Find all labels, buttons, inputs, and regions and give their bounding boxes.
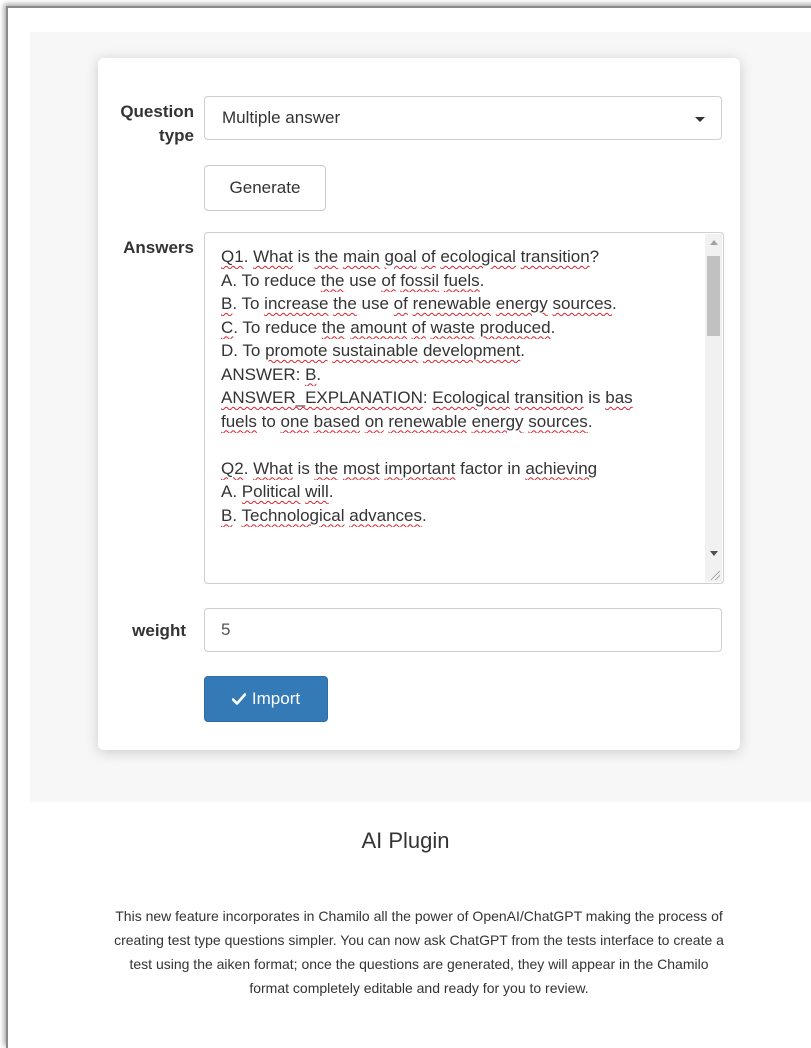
chevron-down-icon xyxy=(695,117,705,122)
import-button[interactable]: Import xyxy=(204,676,328,722)
weight-label: weight xyxy=(132,621,186,640)
answers-line: B. Technological advances. xyxy=(221,505,427,525)
scroll-up-arrow-icon[interactable] xyxy=(710,240,718,245)
question-type-label-line-1: Question xyxy=(120,102,194,121)
plugin-title: AI Plugin xyxy=(361,828,450,853)
check-icon xyxy=(231,693,246,705)
answers-label: Answers xyxy=(123,238,194,257)
answers-line: D. To promote sustainable development. xyxy=(221,341,526,360)
answers-line: ANSWER: B. xyxy=(221,364,322,384)
answers-line: A. Political will. xyxy=(221,482,334,501)
import-label: Import xyxy=(251,689,301,708)
answers-line: fuels to one based on renewable energy s… xyxy=(221,411,593,431)
question-type-label-line-2: type xyxy=(159,126,194,145)
description-line: creating test type questions simpler. Yo… xyxy=(114,932,724,948)
answers-textarea[interactable]: Q1. What is the main goal of ecological … xyxy=(204,232,724,584)
answers-line: Q2. What is the most important factor in… xyxy=(221,458,598,478)
resize-grip-icon[interactable] xyxy=(711,571,720,580)
answers-line: ANSWER_EXPLANATION: Ecological transitio… xyxy=(221,388,633,407)
answers-line: A. To reduce the use of fossil fuels. xyxy=(221,270,485,290)
question-type-label: Question type xyxy=(100,100,194,148)
weight-value: 5 xyxy=(221,620,231,639)
plugin-description: This new feature incorporates in Chamilo… xyxy=(24,904,811,1000)
scroll-down-arrow-icon[interactable] xyxy=(710,551,718,556)
weight-input[interactable]: 5 xyxy=(204,608,722,652)
answers-line: C. To reduce the amount of waste produce… xyxy=(221,317,556,337)
question-type-value: Multiple answer xyxy=(222,108,341,127)
answers-text: Q1. What is the main goal of ecological … xyxy=(221,245,699,527)
answers-line: Q1. What is the main goal of ecological … xyxy=(221,247,600,266)
answers-line xyxy=(221,433,699,457)
description-line: format completely editable and ready for… xyxy=(249,980,589,996)
generate-button[interactable]: Generate xyxy=(204,165,326,211)
question-type-select[interactable]: Multiple answer xyxy=(204,96,722,140)
description-line: This new feature incorporates in Chamilo… xyxy=(115,908,723,924)
answers-line: B. To increase the use of renewable ener… xyxy=(221,294,617,313)
answers-scrollbar[interactable] xyxy=(705,234,722,582)
description-line: test using the aiken format; once the qu… xyxy=(129,956,709,972)
scrollbar-thumb[interactable] xyxy=(707,256,720,336)
